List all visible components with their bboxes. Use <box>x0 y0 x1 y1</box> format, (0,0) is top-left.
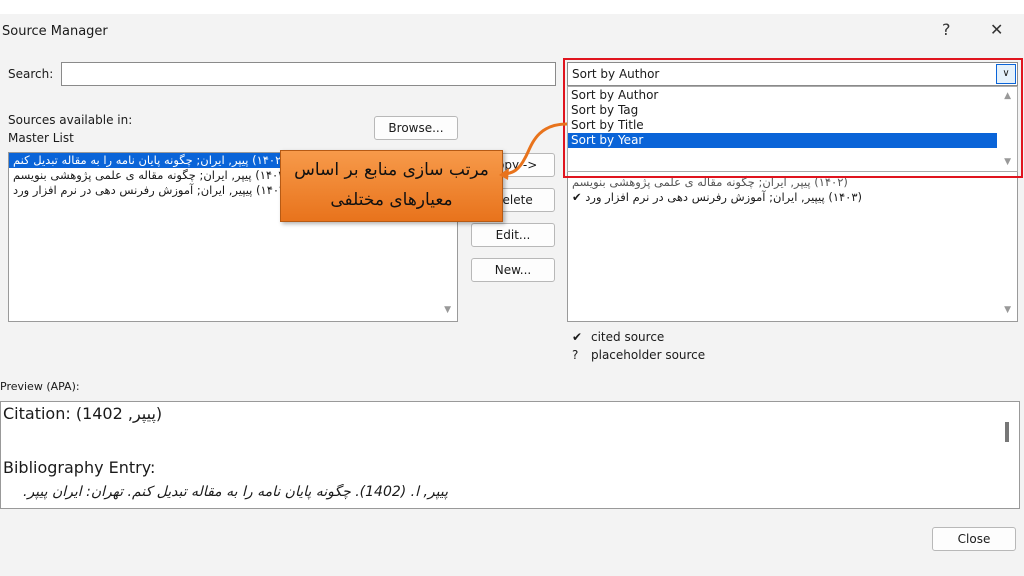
cited-label: cited source <box>591 330 665 344</box>
annotation-highlight-box <box>563 58 1023 178</box>
placeholder-symbol: ? <box>572 348 579 362</box>
new-button[interactable]: New... <box>471 258 555 282</box>
master-list-label: Master List <box>8 131 74 145</box>
search-label: Search: <box>8 67 54 81</box>
preview-label: Preview (APA): <box>0 380 80 393</box>
edit-button[interactable]: Edit... <box>471 223 555 247</box>
bibliography-label: Bibliography Entry: <box>3 458 156 477</box>
placeholder-label: placeholder source <box>591 348 706 362</box>
window-title: Source Manager <box>2 24 108 39</box>
search-input[interactable] <box>61 62 556 86</box>
scroll-down-icon[interactable]: ▼ <box>1004 305 1011 315</box>
list-item[interactable]: (۱۴۰۳) پیپیر, ایران; آموزش رفرنس دهی در … <box>568 190 1017 205</box>
sources-label: Sources available in: <box>8 113 133 127</box>
browse-button[interactable]: Browse... <box>374 116 458 140</box>
preview-pane: Citation: (1402 ,پیپر) Bibliography Entr… <box>0 401 1020 509</box>
top-strip <box>0 0 1024 14</box>
citation-text: Citation: (1402 ,پیپر) <box>3 404 163 423</box>
callout-arrow <box>499 122 568 180</box>
annotation-callout: مرتب سازی منابع بر اساس معیارهای مختلفی <box>280 150 503 222</box>
bibliography-text: پیپر, ا. (1402). چگونه پایان نامه را به … <box>23 484 448 500</box>
close-window-button[interactable]: ✕ <box>990 20 1003 39</box>
scrollbar-thumb[interactable] <box>1005 422 1009 442</box>
cited-symbol: ✔ <box>572 330 583 344</box>
help-button[interactable]: ? <box>942 20 951 39</box>
scroll-down-icon[interactable]: ▼ <box>444 305 451 315</box>
close-button[interactable]: Close <box>932 527 1016 551</box>
